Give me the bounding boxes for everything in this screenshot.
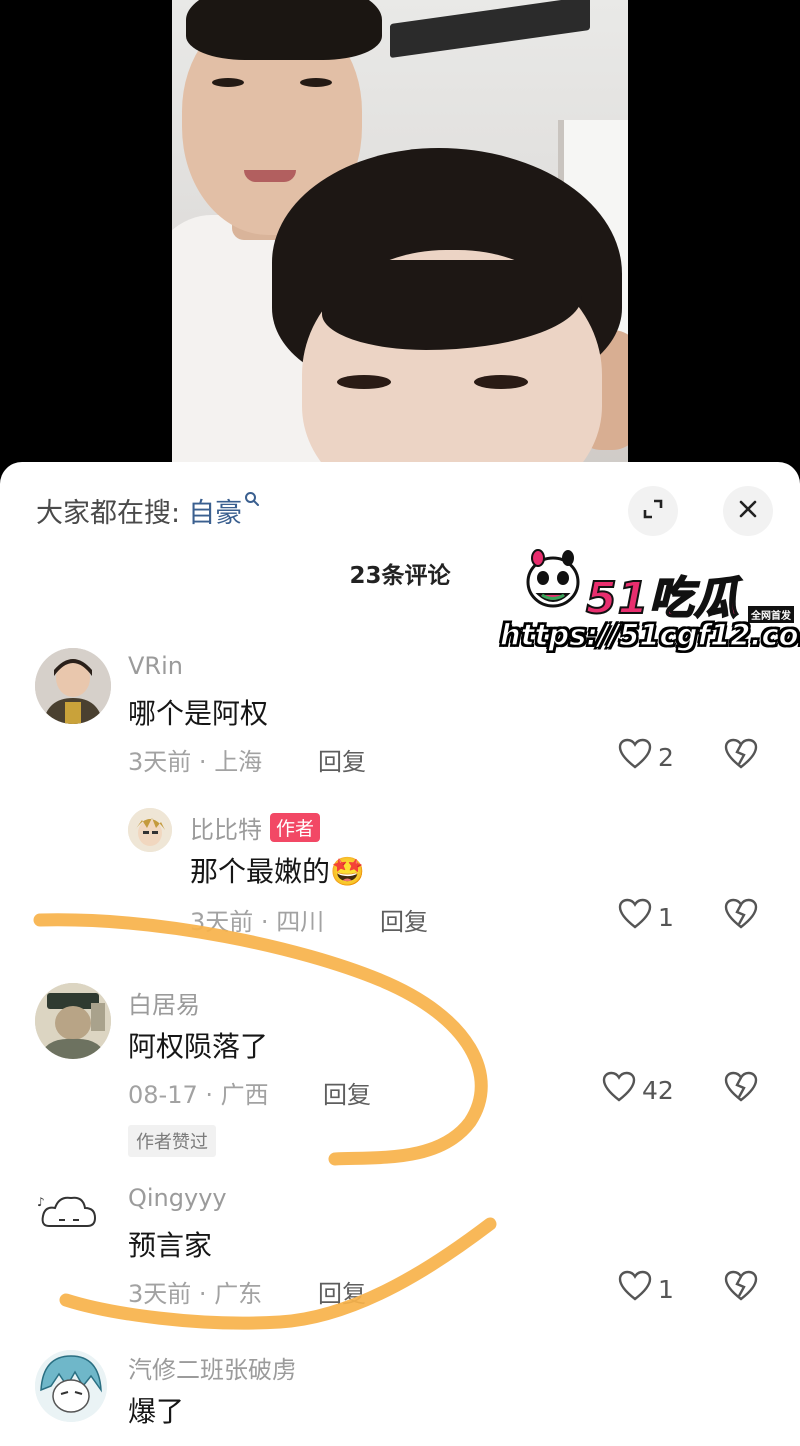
comment-text: 预言家 — [128, 1229, 213, 1262]
comment-sheet: 大家都在搜: 自豪 23条评论 51吃瓜 全网首发 https://51cgf1… — [0, 462, 800, 1446]
comment-meta: 08-17 · 广西 — [128, 1081, 269, 1109]
close-icon — [737, 498, 759, 524]
comment-text: 哪个是阿权 — [128, 697, 269, 730]
avatar[interactable]: ♪ — [35, 1184, 101, 1244]
comment-time: 08-17 — [128, 1081, 198, 1109]
heart-icon — [618, 738, 658, 776]
video-frame — [172, 0, 628, 480]
watermark-url: https://51cgf12.com — [499, 617, 800, 652]
like-button[interactable]: 2 — [618, 738, 674, 776]
broken-heart-icon — [724, 1270, 758, 1306]
comment-location: 上海 — [214, 748, 263, 776]
svg-text:♪: ♪ — [37, 1195, 45, 1209]
reply-button[interactable]: 回复 — [323, 1075, 371, 1110]
avatar[interactable] — [128, 808, 172, 852]
dislike-button[interactable] — [724, 1270, 758, 1306]
close-button[interactable] — [723, 486, 773, 536]
like-count: 1 — [658, 1274, 674, 1304]
comment-time: 3天前 — [128, 1280, 192, 1308]
search-label: 大家都在搜: — [36, 497, 181, 529]
comment-location: 广西 — [220, 1081, 269, 1109]
heart-icon — [602, 1071, 642, 1109]
expand-button[interactable] — [628, 486, 678, 536]
heart-icon — [618, 1270, 658, 1308]
author-badge: 作者 — [270, 813, 321, 842]
search-icon — [244, 491, 260, 511]
reply-button[interactable]: 回复 — [318, 742, 366, 777]
reply-username[interactable]: 比比特 — [190, 816, 262, 844]
expand-icon — [641, 497, 665, 525]
search-term[interactable]: 自豪 — [188, 491, 242, 530]
watermark: 51吃瓜 全网首发 https://51cgf12.com — [498, 548, 800, 660]
heart-icon — [618, 898, 658, 936]
like-button[interactable]: 42 — [602, 1071, 674, 1109]
comment-text: 爆了 — [128, 1395, 185, 1428]
like-count: 1 — [658, 902, 674, 932]
dislike-button[interactable] — [724, 898, 758, 934]
author-liked-tag: 作者赞过 — [128, 1125, 216, 1157]
search-suggestion[interactable]: 大家都在搜: 自豪 — [36, 491, 260, 530]
like-button[interactable]: 1 — [618, 898, 674, 936]
watermark-logo: 51吃瓜 — [585, 572, 740, 625]
comment-meta: 3天前 · 广东 — [128, 1280, 263, 1308]
broken-heart-icon — [724, 898, 758, 934]
comment-meta: 3天前 · 上海 — [128, 748, 263, 776]
comment-time: 3天前 — [190, 908, 254, 936]
person-back-mouth — [244, 170, 296, 182]
star-struck-emoji: 🤩 — [330, 855, 365, 888]
avatar[interactable] — [35, 1350, 107, 1422]
comment-username[interactable]: 白居易 — [128, 985, 200, 1020]
person-front-eye — [474, 375, 528, 389]
avatar[interactable] — [35, 983, 111, 1059]
broken-heart-icon — [724, 1071, 758, 1107]
comment-text-body: 那个最嫩的 — [190, 855, 331, 888]
comment-username[interactable]: VRin — [128, 652, 183, 680]
comment-text: 那个最嫩的🤩 — [190, 850, 365, 890]
person-back-hair — [186, 0, 382, 60]
comment-username[interactable]: 汽修二班张破虏 — [128, 1350, 296, 1385]
like-count: 2 — [658, 742, 674, 772]
like-count: 42 — [642, 1075, 674, 1105]
watermark-mascot — [526, 549, 580, 608]
broken-heart-icon — [724, 738, 758, 774]
comment-text: 阿权陨落了 — [128, 1030, 269, 1063]
comment-time: 3天前 — [128, 748, 192, 776]
video-player[interactable] — [0, 0, 800, 480]
comment-username: 比比特 作者 — [190, 810, 321, 845]
reply-button[interactable]: 回复 — [380, 902, 428, 937]
person-back-eye — [300, 78, 332, 87]
avatar[interactable] — [35, 648, 111, 724]
person-back-eye — [212, 78, 244, 87]
ceiling-light — [390, 0, 590, 59]
comment-location: 四川 — [276, 908, 325, 936]
dislike-button[interactable] — [724, 738, 758, 774]
comment-location: 广东 — [214, 1280, 263, 1308]
person-front-eye — [337, 375, 391, 389]
comment-meta: 3天前 · 四川 — [190, 908, 325, 936]
comment-username[interactable]: Qingyyy — [128, 1184, 227, 1212]
dislike-button[interactable] — [724, 1071, 758, 1107]
reply-button[interactable]: 回复 — [318, 1274, 366, 1309]
like-button[interactable]: 1 — [618, 1270, 674, 1308]
